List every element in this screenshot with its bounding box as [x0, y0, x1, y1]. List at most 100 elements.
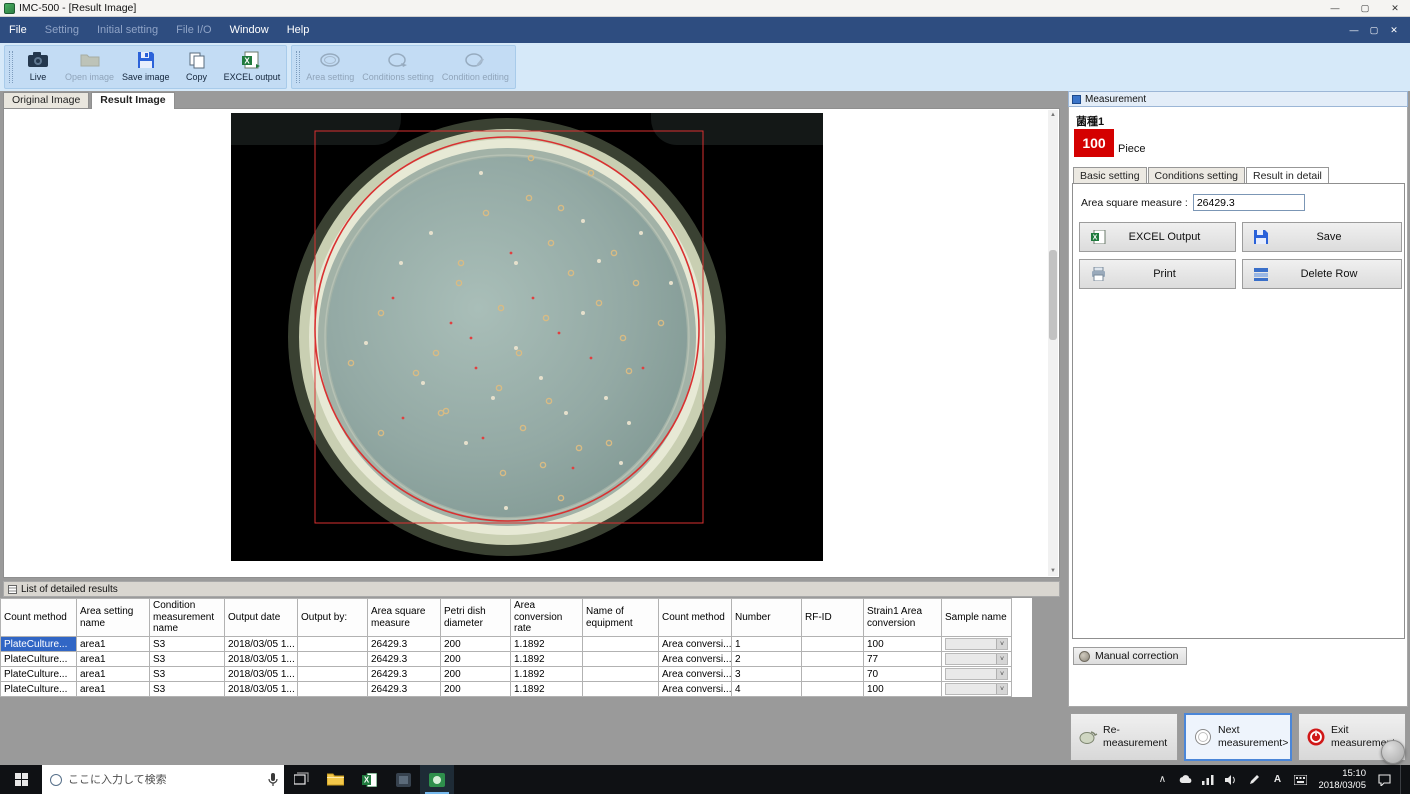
- scrollbar-thumb[interactable]: [1049, 250, 1057, 340]
- results-cell[interactable]: 100: [864, 682, 942, 697]
- sample-name-combo[interactable]: ˅: [945, 683, 1008, 695]
- results-cell[interactable]: 2018/03/05 1...: [225, 652, 298, 667]
- results-column-header[interactable]: Output date: [225, 599, 298, 637]
- results-cell[interactable]: 200: [441, 682, 511, 697]
- sample-name-combo[interactable]: ˅: [945, 668, 1008, 680]
- results-cell[interactable]: 2018/03/05 1...: [225, 637, 298, 652]
- results-column-header[interactable]: Number: [732, 599, 802, 637]
- results-cell[interactable]: [298, 682, 368, 697]
- copy-button[interactable]: Copy: [174, 47, 220, 87]
- save-image-button[interactable]: Save image: [118, 47, 174, 87]
- results-cell[interactable]: 1.1892: [511, 667, 583, 682]
- results-cell[interactable]: 200: [441, 667, 511, 682]
- results-column-header[interactable]: Area conversion rate: [511, 599, 583, 637]
- live-button[interactable]: Live: [15, 47, 61, 87]
- results-cell[interactable]: Area conversi...: [659, 637, 732, 652]
- results-column-header[interactable]: Output by:: [298, 599, 368, 637]
- tab-original-image[interactable]: Original Image: [3, 92, 89, 109]
- results-cell[interactable]: S3: [150, 682, 225, 697]
- results-cell[interactable]: 1.1892: [511, 652, 583, 667]
- results-cell[interactable]: 3: [732, 667, 802, 682]
- results-column-header[interactable]: Area setting name: [77, 599, 150, 637]
- pen-icon[interactable]: [1247, 773, 1261, 787]
- sample-name-combo[interactable]: ˅: [945, 638, 1008, 650]
- results-cell[interactable]: Area conversi...: [659, 667, 732, 682]
- sample-name-combo[interactable]: ˅: [945, 653, 1008, 665]
- petri-dish-image[interactable]: [231, 113, 823, 561]
- microphone-icon[interactable]: [268, 773, 278, 787]
- results-cell[interactable]: Area conversi...: [659, 652, 732, 667]
- action-center-icon[interactable]: [1377, 773, 1391, 787]
- combo-dropdown-icon[interactable]: ˅: [996, 684, 1007, 694]
- results-cell[interactable]: PlateCulture...: [1, 682, 77, 697]
- combo-dropdown-icon[interactable]: ˅: [996, 654, 1007, 664]
- ime-mode-indicator[interactable]: A: [1270, 773, 1284, 787]
- imc500-taskbar-button[interactable]: [420, 765, 454, 794]
- results-cell[interactable]: PlateCulture...: [1, 667, 77, 682]
- network-icon[interactable]: [1201, 773, 1215, 787]
- results-cell[interactable]: [802, 667, 864, 682]
- print-panel-button[interactable]: Print: [1079, 259, 1236, 289]
- show-desktop-button[interactable]: [1400, 765, 1404, 794]
- area-square-measure-input[interactable]: [1193, 194, 1305, 211]
- menu-window[interactable]: Window: [221, 17, 278, 43]
- results-cell[interactable]: 1: [732, 637, 802, 652]
- results-column-header[interactable]: Strain1 Area conversion: [864, 599, 942, 637]
- results-cell[interactable]: 1.1892: [511, 682, 583, 697]
- floating-widget-button[interactable]: [1381, 740, 1405, 764]
- results-column-header[interactable]: Petri dish diameter: [441, 599, 511, 637]
- results-cell[interactable]: [298, 667, 368, 682]
- maximize-button[interactable]: ▢: [1350, 0, 1380, 16]
- delete-row-panel-button[interactable]: Delete Row: [1242, 259, 1402, 289]
- results-cell[interactable]: ˅: [942, 682, 1012, 697]
- results-cell[interactable]: Area conversi...: [659, 682, 732, 697]
- app-dark-button[interactable]: [386, 765, 420, 794]
- manual-correction-button[interactable]: Manual correction: [1073, 647, 1187, 665]
- results-cell[interactable]: 2018/03/05 1...: [225, 682, 298, 697]
- results-cell[interactable]: [583, 682, 659, 697]
- task-view-button[interactable]: [284, 765, 318, 794]
- cloud-icon[interactable]: [1178, 773, 1192, 787]
- taskbar-search[interactable]: [42, 765, 284, 794]
- results-cell[interactable]: [583, 637, 659, 652]
- save-panel-button[interactable]: Save: [1242, 222, 1402, 252]
- combo-dropdown-icon[interactable]: ˅: [996, 669, 1007, 679]
- results-cell[interactable]: PlateCulture...: [1, 652, 77, 667]
- results-column-header[interactable]: Count method: [659, 599, 732, 637]
- excel-output-panel-button[interactable]: X EXCEL Output: [1079, 222, 1236, 252]
- chevron-up-icon[interactable]: ∧: [1155, 773, 1169, 787]
- results-cell[interactable]: 2018/03/05 1...: [225, 667, 298, 682]
- results-cell[interactable]: 2: [732, 652, 802, 667]
- results-cell[interactable]: [802, 637, 864, 652]
- re-measurement-button[interactable]: Re-measurement: [1070, 713, 1178, 761]
- results-cell[interactable]: ˅: [942, 652, 1012, 667]
- excel-taskbar-button[interactable]: X: [352, 765, 386, 794]
- image-vertical-scrollbar[interactable]: ▲ ▼: [1048, 110, 1058, 576]
- results-cell[interactable]: ˅: [942, 667, 1012, 682]
- results-cell[interactable]: 4: [732, 682, 802, 697]
- close-button[interactable]: ✕: [1380, 0, 1410, 16]
- results-cell[interactable]: area1: [77, 667, 150, 682]
- results-cell[interactable]: 1.1892: [511, 637, 583, 652]
- mdi-close-button[interactable]: ✕: [1386, 25, 1402, 36]
- search-input[interactable]: [68, 774, 262, 786]
- tab-basic-setting[interactable]: Basic setting: [1073, 167, 1147, 183]
- results-cell[interactable]: 100: [864, 637, 942, 652]
- results-cell[interactable]: [298, 637, 368, 652]
- results-cell[interactable]: 200: [441, 637, 511, 652]
- results-cell[interactable]: [583, 652, 659, 667]
- excel-output-button[interactable]: X EXCEL output: [220, 47, 285, 87]
- results-cell[interactable]: 200: [441, 652, 511, 667]
- results-cell[interactable]: area1: [77, 682, 150, 697]
- results-cell[interactable]: [802, 682, 864, 697]
- mdi-minimize-button[interactable]: —: [1346, 25, 1362, 36]
- minimize-button[interactable]: —: [1320, 0, 1350, 16]
- scroll-down-arrow[interactable]: ▼: [1048, 566, 1058, 576]
- results-cell[interactable]: ˅: [942, 637, 1012, 652]
- results-column-header[interactable]: Sample name: [942, 599, 1012, 637]
- start-button[interactable]: [0, 765, 42, 794]
- results-cell[interactable]: 26429.3: [368, 637, 441, 652]
- results-column-header[interactable]: Area square measure: [368, 599, 441, 637]
- mdi-restore-button[interactable]: ▢: [1366, 25, 1382, 36]
- results-cell[interactable]: 77: [864, 652, 942, 667]
